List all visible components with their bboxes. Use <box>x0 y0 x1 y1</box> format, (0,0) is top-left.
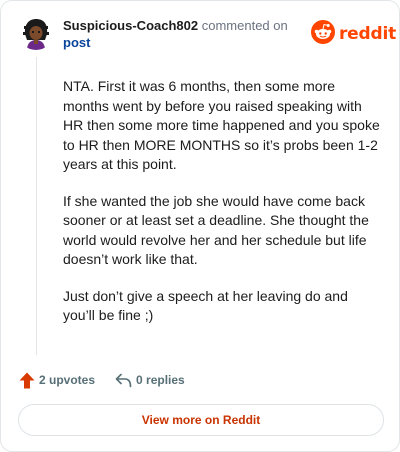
comment-header: Suspicious-Coach802 commented on post <box>63 17 303 51</box>
reddit-snoo-icon <box>311 19 335 49</box>
replies-button[interactable]: 0 replies <box>115 373 185 388</box>
reddit-logo[interactable]: reddit <box>311 19 397 49</box>
post-link[interactable]: post <box>63 34 303 51</box>
avatar[interactable] <box>18 14 54 50</box>
thread-line <box>36 57 37 355</box>
comment-paragraph: NTA. First it was 6 months, then some mo… <box>63 78 380 172</box>
comment-body: NTA. First it was 6 months, then some mo… <box>63 77 381 343</box>
upvote-button[interactable]: 2 upvotes <box>19 372 95 389</box>
view-more-button[interactable]: View more on Reddit <box>18 404 384 436</box>
comment-actions: 2 upvotes 0 replies <box>19 371 185 389</box>
comment-paragraph: Just don’t give a speech at her leaving … <box>63 287 348 324</box>
username-link[interactable]: Suspicious-Coach802 <box>63 18 198 33</box>
commented-on-text: commented on <box>201 18 288 33</box>
upvote-count: 2 upvotes <box>39 373 96 387</box>
reply-count: 0 replies <box>136 373 185 387</box>
reply-arrow-icon <box>115 373 132 388</box>
comment-embed-card: Suspicious-Coach802 commented on post re… <box>0 0 400 452</box>
upvote-arrow-icon <box>19 372 35 389</box>
reddit-wordmark: reddit <box>339 24 397 44</box>
comment-paragraph: If she wanted the job she would have com… <box>63 192 369 268</box>
